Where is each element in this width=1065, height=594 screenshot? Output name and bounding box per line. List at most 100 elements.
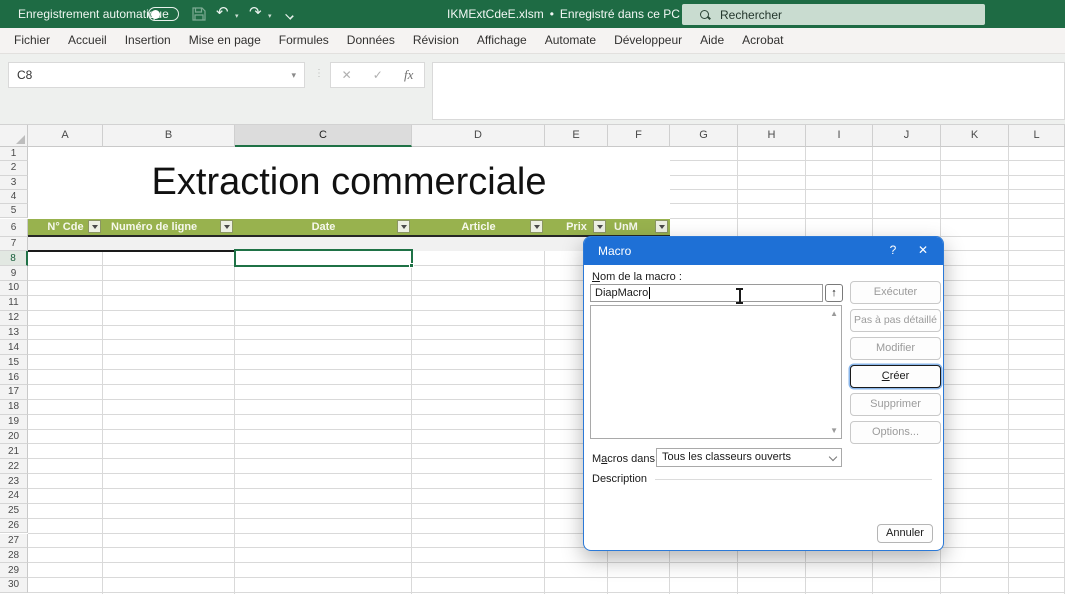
row-header-26[interactable]: 26 xyxy=(0,519,28,534)
collapse-dialog-up-icon[interactable]: ↑ xyxy=(825,284,843,302)
tab-automate[interactable]: Automate xyxy=(536,28,605,53)
row-header-24[interactable]: 24 xyxy=(0,489,28,504)
tab-mise-en-page[interactable]: Mise en page xyxy=(180,28,270,53)
row-header-1[interactable]: 1 xyxy=(0,147,28,161)
row-header-21[interactable]: 21 xyxy=(0,444,28,459)
table-header-prix[interactable]: Prix xyxy=(545,219,608,235)
delete-button[interactable]: Supprimer xyxy=(850,393,941,416)
confirm-entry-icon[interactable]: ✓ xyxy=(373,68,383,82)
filter-dropdown-icon[interactable] xyxy=(593,220,606,233)
quick-access-chevron-icon[interactable] xyxy=(285,11,293,19)
run-button[interactable]: Exécuter xyxy=(850,281,941,304)
redo-icon[interactable]: ↷ xyxy=(249,3,262,23)
row-header-16[interactable]: 16 xyxy=(0,370,28,385)
filter-dropdown-icon[interactable] xyxy=(220,220,233,233)
row-header-14[interactable]: 14 xyxy=(0,340,28,355)
help-icon[interactable]: ? xyxy=(885,243,901,257)
table-header-numero-ligne[interactable]: Numéro de ligne xyxy=(103,219,235,235)
filter-dropdown-icon[interactable] xyxy=(530,220,543,233)
column-header-H[interactable]: H xyxy=(738,125,806,147)
options-button[interactable]: Options... xyxy=(850,421,941,444)
column-header-E[interactable]: E xyxy=(545,125,608,147)
row-header-6[interactable]: 6 xyxy=(0,219,28,237)
row-header-13[interactable]: 13 xyxy=(0,326,28,341)
search-input[interactable]: Rechercher xyxy=(682,4,985,25)
row-header-4[interactable]: 4 xyxy=(0,190,28,204)
filter-dropdown-icon[interactable] xyxy=(88,220,101,233)
column-header-L[interactable]: L xyxy=(1009,125,1065,147)
row-header-25[interactable]: 25 xyxy=(0,504,28,519)
column-header-A[interactable]: A xyxy=(28,125,103,147)
column-header-C[interactable]: C xyxy=(235,125,412,147)
create-button[interactable]: Créer xyxy=(850,365,941,388)
step-into-button[interactable]: Pas à pas détaillé xyxy=(850,309,941,332)
cancel-entry-icon[interactable]: ✕ xyxy=(342,68,352,82)
row-header-7[interactable]: 7 xyxy=(0,237,28,252)
row-header-3[interactable]: 3 xyxy=(0,176,28,190)
filter-dropdown-icon[interactable] xyxy=(655,220,668,233)
close-icon[interactable]: ✕ xyxy=(915,243,931,257)
table-header-ncde[interactable]: N° Cde xyxy=(28,219,103,235)
column-header-F[interactable]: F xyxy=(608,125,670,147)
row-header-5[interactable]: 5 xyxy=(0,204,28,218)
tab-affichage[interactable]: Affichage xyxy=(468,28,536,53)
scroll-up-icon[interactable]: ▲ xyxy=(830,309,838,318)
tab-accueil[interactable]: Accueil xyxy=(59,28,116,53)
undo-dropdown-icon[interactable]: ▾ xyxy=(235,12,239,20)
selected-cell-c8[interactable] xyxy=(234,249,413,267)
row-header-9[interactable]: 9 xyxy=(0,266,28,281)
select-all-corner[interactable] xyxy=(0,125,28,147)
document-title[interactable]: IKMExtCdeE.xlsm • Enregistré dans ce PC xyxy=(447,7,694,21)
scroll-down-icon[interactable]: ▼ xyxy=(830,426,838,435)
row-header-10[interactable]: 10 xyxy=(0,281,28,296)
undo-icon[interactable]: ↶ xyxy=(216,3,229,23)
table-header-unm[interactable]: UnM xyxy=(608,219,670,235)
row-header-23[interactable]: 23 xyxy=(0,474,28,489)
column-header-I[interactable]: I xyxy=(806,125,873,147)
dialog-title-bar[interactable]: Macro ? ✕ xyxy=(584,237,943,265)
row-header-12[interactable]: 12 xyxy=(0,311,28,326)
tab-donnees[interactable]: Données xyxy=(338,28,404,53)
macro-name-input[interactable]: DiapMacro xyxy=(590,284,823,302)
row-header-17[interactable]: 17 xyxy=(0,385,28,400)
column-header-B[interactable]: B xyxy=(103,125,235,147)
row-header-27[interactable]: 27 xyxy=(0,534,28,549)
merged-title-cell[interactable]: Extraction commerciale xyxy=(28,147,670,219)
tab-aide[interactable]: Aide xyxy=(691,28,733,53)
tab-acrobat[interactable]: Acrobat xyxy=(733,28,792,53)
save-icon[interactable] xyxy=(192,7,206,21)
autosave-toggle[interactable] xyxy=(148,7,179,21)
filter-dropdown-icon[interactable] xyxy=(397,220,410,233)
column-header-J[interactable]: J xyxy=(873,125,941,147)
tab-insertion[interactable]: Insertion xyxy=(116,28,180,53)
formula-input[interactable] xyxy=(432,62,1065,120)
row-header-28[interactable]: 28 xyxy=(0,548,28,563)
row-header-29[interactable]: 29 xyxy=(0,563,28,578)
row-header-11[interactable]: 11 xyxy=(0,296,28,311)
fill-handle[interactable] xyxy=(409,263,414,268)
name-box-caret-icon[interactable]: ▾ xyxy=(291,63,296,87)
macro-list[interactable]: ▲ ▼ xyxy=(590,305,842,439)
edit-button[interactable]: Modifier xyxy=(850,337,941,360)
cancel-button[interactable]: Annuler xyxy=(877,524,933,543)
tab-revision[interactable]: Révision xyxy=(404,28,468,53)
table-header-date[interactable]: Date xyxy=(235,219,412,235)
row-header-20[interactable]: 20 xyxy=(0,430,28,445)
row-header-18[interactable]: 18 xyxy=(0,400,28,415)
redo-dropdown-icon[interactable]: ▾ xyxy=(268,12,272,20)
tab-formules[interactable]: Formules xyxy=(270,28,338,53)
tab-developpeur[interactable]: Développeur xyxy=(605,28,691,53)
macros-in-select[interactable]: Tous les classeurs ouverts xyxy=(656,448,842,467)
column-header-K[interactable]: K xyxy=(941,125,1009,147)
tab-fichier[interactable]: Fichier xyxy=(5,28,59,53)
row-header-30[interactable]: 30 xyxy=(0,578,28,593)
row-header-2[interactable]: 2 xyxy=(0,161,28,175)
row-header-8[interactable]: 8 xyxy=(0,251,28,266)
row-header-19[interactable]: 19 xyxy=(0,415,28,430)
name-box[interactable]: C8 ▾ xyxy=(8,62,305,88)
insert-function-icon[interactable]: fx xyxy=(404,67,413,83)
row-header-22[interactable]: 22 xyxy=(0,459,28,474)
table-header-article[interactable]: Article xyxy=(412,219,545,235)
column-header-G[interactable]: G xyxy=(670,125,738,147)
column-header-D[interactable]: D xyxy=(412,125,545,147)
